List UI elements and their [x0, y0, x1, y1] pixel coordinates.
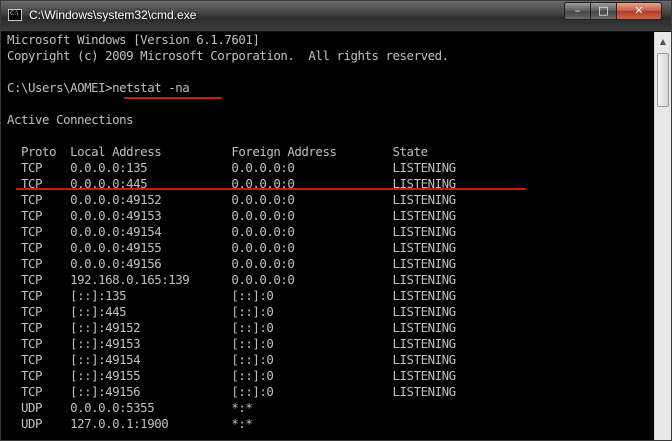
close-button[interactable]: ✕ [616, 2, 662, 20]
table-row: TCP [::]:49153 [::]:0 LISTENING [7, 336, 456, 351]
cmd-window: C:\ C:\Windows\system32\cmd.exe – □ ✕ Mi… [0, 0, 672, 441]
scroll-up-icon[interactable]: ▲ [656, 34, 670, 50]
vertical-scrollbar[interactable]: ▲ [654, 32, 671, 440]
command-line: C:\Users\AOMEI>netstat -na [7, 80, 190, 95]
maximize-button[interactable]: □ [590, 2, 617, 20]
table-row: TCP 192.168.0.165:139 0.0.0.0:0 LISTENIN… [7, 272, 456, 287]
table-row: TCP 0.0.0.0:49153 0.0.0.0:0 LISTENING [7, 208, 456, 223]
table-row: TCP 0.0.0.0:49154 0.0.0.0:0 LISTENING [7, 224, 456, 239]
table-row: UDP 127.0.0.1:1900 *:* [7, 416, 253, 431]
table-row: TCP 0.0.0.0:135 0.0.0.0:0 LISTENING [7, 160, 456, 175]
table-row: TCP 0.0.0.0:49155 0.0.0.0:0 LISTENING [7, 240, 456, 255]
table-header: Proto Local Address Foreign Address Stat… [7, 144, 428, 159]
minimize-button[interactable]: – [564, 2, 591, 20]
table-row: TCP [::]:49154 [::]:0 LISTENING [7, 352, 456, 367]
table-row: TCP [::]:49156 [::]:0 LISTENING [7, 384, 456, 399]
port-445-underline-annotation [16, 188, 526, 190]
table-row: TCP [::]:49152 [::]:0 LISTENING [7, 320, 456, 335]
command-underline-annotation [124, 97, 222, 99]
title-bar[interactable]: C:\ C:\Windows\system32\cmd.exe – □ ✕ [1, 1, 671, 32]
table-row: TCP [::]:49155 [::]:0 LISTENING [7, 368, 456, 383]
table-row: TCP [::]:135 [::]:0 LISTENING [7, 288, 456, 303]
console-line: Microsoft Windows [Version 6.1.7601] [7, 32, 260, 47]
table-row: TCP 0.0.0.0:49156 0.0.0.0:0 LISTENING [7, 256, 456, 271]
console-output[interactable]: Microsoft Windows [Version 6.1.7601] Cop… [2, 32, 654, 440]
table-row: UDP 0.0.0.0:5355 *:* [7, 400, 253, 415]
cmd-icon-label: C:\ [10, 10, 19, 17]
console-line: Active Connections [7, 112, 134, 127]
scroll-thumb[interactable] [657, 53, 669, 107]
console-line: Copyright (c) 2009 Microsoft Corporation… [7, 48, 449, 63]
table-row: TCP [::]:445 [::]:0 LISTENING [7, 304, 456, 319]
cmd-app-icon[interactable]: C:\ [8, 9, 22, 21]
table-row: TCP 0.0.0.0:49152 0.0.0.0:0 LISTENING [7, 192, 456, 207]
window-title: C:\Windows\system32\cmd.exe [29, 8, 197, 22]
